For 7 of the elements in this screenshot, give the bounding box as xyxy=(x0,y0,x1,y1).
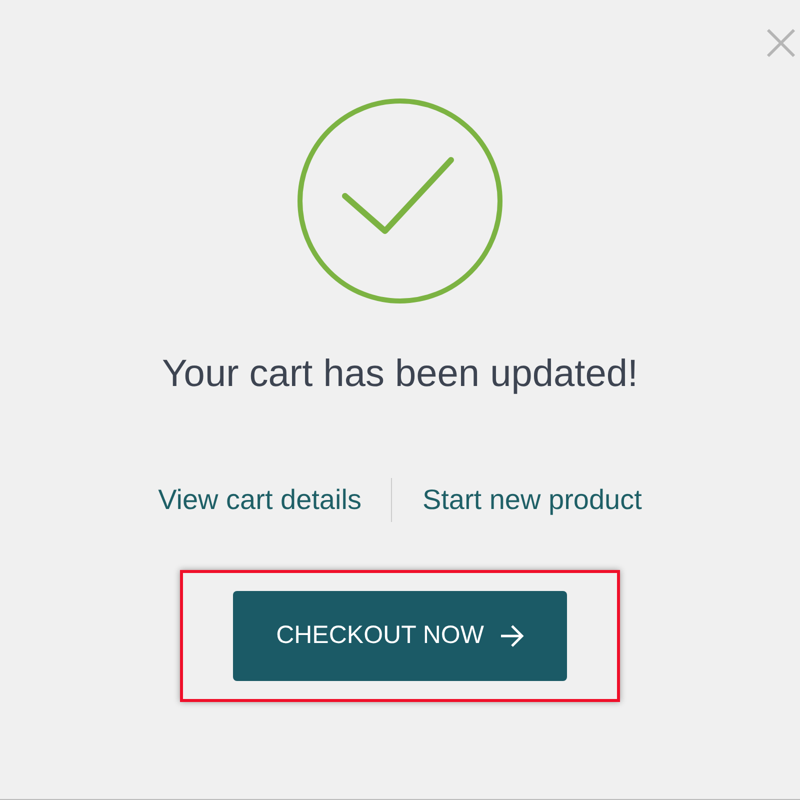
checkmark-circle-icon xyxy=(297,98,503,304)
success-message: Your cart has been updated! xyxy=(162,352,638,397)
text-link[interactable]: View cart details xyxy=(158,479,362,521)
close-icon[interactable] xyxy=(766,28,796,58)
checkout-button[interactable]: CHECKOUT NOW xyxy=(233,591,567,681)
arrow-right-icon xyxy=(500,625,524,647)
text-link[interactable]: Start new product xyxy=(422,479,642,521)
